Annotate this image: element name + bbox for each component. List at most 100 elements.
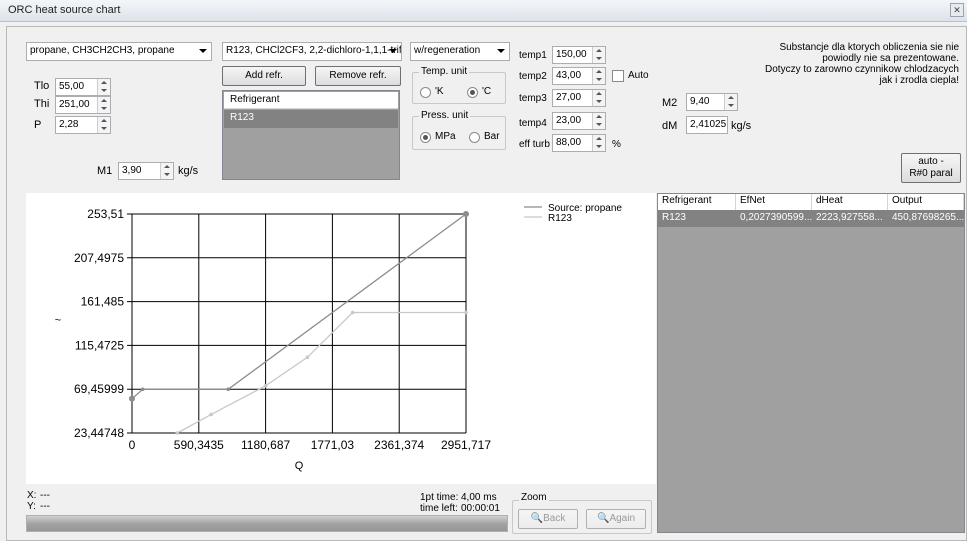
- stepper-buttons[interactable]: [97, 117, 110, 133]
- chevron-up-icon[interactable]: [101, 99, 107, 102]
- progress-bar: [26, 515, 508, 532]
- chevron-down-icon[interactable]: [596, 100, 602, 103]
- y-tick-label: 207,4975: [74, 251, 124, 265]
- chevron-down-icon[interactable]: [101, 127, 107, 130]
- temp4-stepper[interactable]: 23,00: [552, 112, 606, 130]
- m2-label: M2: [662, 97, 678, 109]
- celsius-radio[interactable]: [467, 87, 478, 98]
- zoom-back-label: Back: [543, 513, 566, 524]
- temp2-stepper[interactable]: 43,00: [552, 67, 606, 85]
- eff-turb-stepper[interactable]: 88,00: [552, 134, 606, 152]
- line-chart[interactable]: 253,51 207,4975 161,485 115,4725 69,45999 23,…: [26, 193, 656, 484]
- chevron-down-icon[interactable]: [596, 123, 602, 126]
- x-tick-label: 2951,717: [441, 438, 491, 452]
- source-combo[interactable]: propane, CH3CH2CH3, propane: [26, 42, 212, 61]
- y-tick-label: 115,4725: [75, 338, 124, 352]
- chevron-up-icon[interactable]: [728, 96, 734, 99]
- data-point: [350, 310, 355, 315]
- zoom-again-button[interactable]: 🔍Again: [586, 509, 646, 529]
- data-point: [305, 355, 310, 360]
- chevron-down-icon[interactable]: [596, 57, 602, 60]
- temp3-stepper[interactable]: 27,00: [552, 89, 606, 107]
- x-coord-value: ---: [40, 490, 50, 501]
- table-row[interactable]: R123 0,2027390599... 2223,927558... 450,…: [658, 210, 964, 227]
- p-stepper[interactable]: 2,28: [55, 116, 111, 134]
- chevron-up-icon[interactable]: [101, 119, 107, 122]
- stepper-buttons[interactable]: [592, 135, 605, 151]
- data-point: [175, 431, 180, 435]
- refrigerant-list-header: Refrigerant: [224, 92, 398, 109]
- chevron-up-icon[interactable]: [596, 92, 602, 95]
- refrigerant-list[interactable]: Refrigerant R123: [222, 90, 400, 180]
- pt-time-value: 4,00 ms: [461, 492, 497, 503]
- zoom-icon: 🔍: [530, 513, 544, 524]
- tlo-stepper[interactable]: 55,00: [55, 78, 111, 96]
- dm-value: 2,41025: [690, 119, 727, 130]
- chevron-down-icon[interactable]: [101, 107, 107, 110]
- results-table[interactable]: Refrigerant EfNet dHeat Output R123 0,20…: [657, 193, 965, 533]
- mpa-radio[interactable]: [420, 132, 431, 143]
- chevron-down-icon[interactable]: [596, 145, 602, 148]
- remove-refrigerant-button[interactable]: Remove refr.: [315, 66, 401, 86]
- chevron-up-icon[interactable]: [596, 70, 602, 73]
- temp1-value: 150,00: [556, 49, 587, 60]
- stepper-buttons[interactable]: [592, 47, 605, 63]
- table-header: Refrigerant EfNet dHeat Output: [658, 194, 964, 210]
- m1-stepper[interactable]: 3,90: [118, 162, 174, 180]
- auto-paral-button[interactable]: auto - R#0 paral: [901, 153, 961, 183]
- chevron-up-icon[interactable]: [164, 165, 170, 168]
- mpa-label: MPa: [435, 131, 456, 142]
- stepper-buttons[interactable]: [724, 94, 737, 110]
- m1-unit: kg/s: [178, 165, 199, 177]
- list-item[interactable]: R123: [224, 110, 398, 128]
- zoom-back-button[interactable]: 🔍Back: [518, 509, 578, 529]
- x-tick-label: 0: [129, 438, 136, 452]
- dm-field[interactable]: 2,41025: [686, 116, 728, 134]
- thi-stepper[interactable]: 251,00: [55, 96, 111, 114]
- chevron-up-icon[interactable]: [101, 81, 107, 84]
- stepper-buttons[interactable]: [592, 113, 605, 129]
- stepper-buttons[interactable]: [592, 90, 605, 106]
- chart-area[interactable]: 253,51 207,4975 161,485 115,4725 69,45999 23,…: [26, 193, 656, 484]
- time-left-value: 00:00:01: [461, 503, 500, 514]
- refrigerant-combo[interactable]: R123, CHCl2CF3, 2,2-dichloro-1,1,1-trif: [222, 42, 402, 61]
- stepper-buttons[interactable]: [592, 68, 605, 84]
- chevron-down-icon[interactable]: [728, 104, 734, 107]
- mode-combo[interactable]: w/regeneration: [410, 42, 510, 61]
- chevron-down-icon[interactable]: [101, 89, 107, 92]
- auto-checkbox[interactable]: [612, 70, 624, 82]
- temp1-stepper[interactable]: 150,00: [552, 46, 606, 64]
- data-point: [140, 387, 145, 392]
- kelvin-radio[interactable]: [420, 87, 431, 98]
- close-icon[interactable]: ✕: [950, 3, 964, 17]
- m2-stepper[interactable]: 9,40: [686, 93, 738, 111]
- chevron-down-icon[interactable]: [164, 173, 170, 176]
- zoom-group: Zoom 🔍Back 🔍Again: [512, 492, 652, 534]
- stepper-buttons[interactable]: [160, 163, 173, 179]
- chevron-up-icon[interactable]: [596, 137, 602, 140]
- chevron-up-icon[interactable]: [596, 115, 602, 118]
- table-cell: 2223,927558...: [816, 212, 883, 223]
- x-axis-label: Q: [295, 460, 304, 472]
- temp3-label: temp3: [519, 93, 547, 104]
- bar-radio[interactable]: [469, 132, 480, 143]
- chevron-down-icon[interactable]: [389, 49, 397, 53]
- series-line: [176, 311, 466, 434]
- chevron-down-icon[interactable]: [497, 49, 505, 53]
- add-refrigerant-button[interactable]: Add refr.: [222, 66, 306, 86]
- chevron-down-icon[interactable]: [596, 78, 602, 81]
- column-header[interactable]: Output: [888, 194, 964, 210]
- chevron-down-icon: [199, 49, 207, 53]
- column-header[interactable]: Refrigerant: [658, 194, 736, 210]
- zoom-title: Zoom: [519, 492, 549, 503]
- note-line: jak i zrodla ciepla!: [879, 75, 959, 86]
- bar-label: Bar: [484, 131, 500, 142]
- column-header[interactable]: EfNet: [736, 194, 812, 210]
- tlo-value: 55,00: [59, 81, 85, 92]
- m1-value: 3,90: [122, 165, 142, 176]
- stepper-buttons[interactable]: [97, 79, 110, 95]
- column-header[interactable]: dHeat: [812, 194, 888, 210]
- stepper-buttons[interactable]: [97, 97, 110, 113]
- eff-turb-unit: %: [612, 139, 621, 150]
- chevron-up-icon[interactable]: [596, 49, 602, 52]
